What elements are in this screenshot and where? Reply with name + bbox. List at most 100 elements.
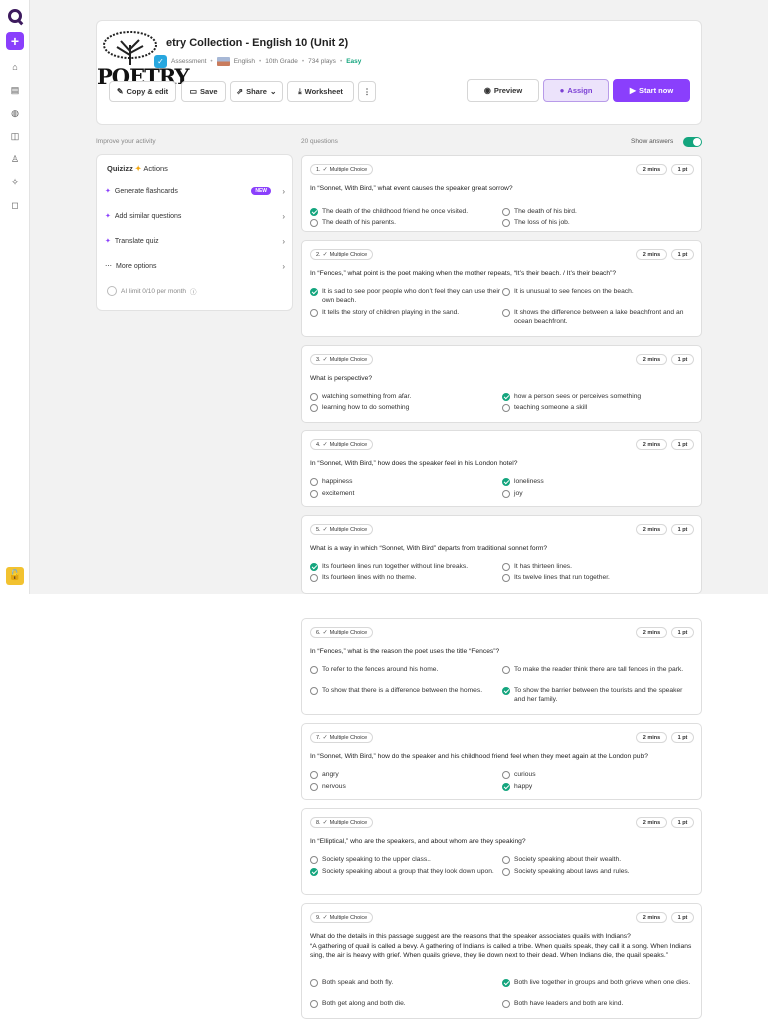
copy-edit-label: Copy & edit bbox=[126, 87, 169, 96]
question-card[interactable]: 9. ✓ Multiple Choice 2 mins 1 pt What do the … bbox=[301, 903, 702, 1019]
start-now-button[interactable]: ▶ Start now bbox=[613, 79, 690, 102]
question-card[interactable]: 7. ✓ Multiple Choice 2 mins 1 pt In “Sonnet, … bbox=[301, 723, 702, 800]
show-answers-toggle[interactable] bbox=[683, 137, 702, 147]
time-limit-pill[interactable]: 2 mins bbox=[636, 732, 667, 743]
library-icon[interactable]: ▤ bbox=[9, 84, 21, 96]
assign-button[interactable]: ● Assign bbox=[543, 79, 609, 102]
more-options-item[interactable]: ⋯ More options › bbox=[105, 260, 285, 272]
worksheet-button[interactable]: ⤓ Worksheet bbox=[287, 81, 354, 102]
help-icon[interactable]: ◻ bbox=[9, 199, 21, 211]
check-icon: ✓ bbox=[322, 915, 328, 921]
answer-option: angry bbox=[310, 770, 502, 779]
answer-option-text: happy bbox=[514, 783, 533, 790]
time-limit-pill[interactable]: 2 mins bbox=[636, 354, 667, 365]
points-pill[interactable]: 1 pt bbox=[671, 354, 694, 365]
time-limit-pill[interactable]: 2 mins bbox=[636, 164, 667, 175]
answer-option: Society speaking about their wealth. bbox=[502, 855, 694, 864]
answer-option-correct: happy bbox=[502, 782, 694, 791]
answer-option-text: Both have leaders and both are kind. bbox=[514, 1000, 624, 1007]
question-text: In “Fences,” what point is the poet maki… bbox=[310, 270, 617, 277]
quizizz-logo-icon[interactable] bbox=[8, 9, 22, 23]
separator-dot: • bbox=[259, 57, 262, 65]
answer-option-text: learning how to do something bbox=[322, 404, 410, 411]
correct-check-icon bbox=[310, 207, 318, 216]
points-pill[interactable]: 1 pt bbox=[671, 817, 694, 828]
separator-dot: • bbox=[301, 57, 305, 65]
check-icon: ✓ bbox=[322, 820, 328, 826]
ai-tools-icon[interactable]: ✧ bbox=[9, 176, 21, 188]
answer-option-text: To make the reader think there are tall … bbox=[514, 666, 684, 673]
points-pill[interactable]: 1 pt bbox=[671, 732, 694, 743]
generate-flashcards-item[interactable]: ✦ Generate flashcards NEW › bbox=[105, 185, 285, 197]
question-card[interactable]: 3. ✓ Multiple Choice 2 mins 1 pt What is pers… bbox=[301, 345, 702, 423]
answer-option-text: loneliness bbox=[514, 478, 544, 485]
quiz-plays: 734 plays bbox=[308, 57, 336, 65]
points-pill[interactable]: 1 pt bbox=[671, 164, 694, 175]
check-icon: ✓ bbox=[322, 252, 328, 258]
start-now-label: Start now bbox=[638, 86, 674, 95]
time-limit-pill[interactable]: 2 mins bbox=[636, 249, 667, 260]
answer-option-text: Both live together in groups and both gr… bbox=[514, 979, 691, 986]
add-similar-questions-item[interactable]: ✦ Add similar questions › bbox=[105, 210, 285, 222]
time-limit-pill[interactable]: 2 mins bbox=[636, 439, 667, 450]
points-pill[interactable]: 1 pt bbox=[671, 439, 694, 450]
play-icon: ▶ bbox=[629, 86, 636, 95]
answer-option-text: It tells the story of children playing i… bbox=[322, 309, 460, 316]
ai-limit-text: AI limit 0/10 per month bbox=[121, 287, 187, 295]
question-card[interactable]: 8. ✓ Multiple Choice 2 mins 1 pt In “Elliptic… bbox=[301, 808, 702, 895]
answer-option: It is unusual to see fences on the beach… bbox=[502, 287, 694, 296]
classes-icon[interactable]: ♙ bbox=[9, 153, 21, 165]
more-options-button[interactable]: ⋮ bbox=[358, 81, 376, 102]
question-card[interactable]: 5. ✓ Multiple Choice 2 mins 1 pt What is a wa… bbox=[301, 515, 702, 594]
points-pill[interactable]: 1 pt bbox=[671, 627, 694, 638]
points-pill[interactable]: 1 pt bbox=[671, 249, 694, 260]
translate-quiz-item[interactable]: ✦ Translate quiz › bbox=[105, 235, 285, 247]
answer-option-text: The loss of his job. bbox=[514, 219, 570, 226]
share-button[interactable]: ⇗ Share ⌄ bbox=[230, 81, 283, 102]
info-icon[interactable]: ⓘ bbox=[190, 286, 197, 296]
check-icon: ✓ bbox=[322, 527, 328, 533]
question-card[interactable]: 2. ✓ Multiple Choice 2 mins 1 pt In “Fences,”… bbox=[301, 240, 702, 337]
question-card[interactable]: 6. ✓ Multiple Choice 2 mins 1 pt In “Fences,”… bbox=[301, 618, 702, 715]
time-limit-pill[interactable]: 2 mins bbox=[636, 817, 667, 828]
radio-circle-icon bbox=[310, 218, 318, 227]
answer-option-text: watching something from afar. bbox=[322, 393, 412, 400]
copy-edit-button[interactable]: ✎ Copy & edit bbox=[109, 81, 176, 102]
preview-button[interactable]: ◉ Preview bbox=[467, 79, 539, 102]
radio-circle-icon bbox=[502, 218, 510, 227]
points-pill[interactable]: 1 pt bbox=[671, 912, 694, 923]
answer-option-text: To show the barrier between the tourists… bbox=[514, 687, 683, 703]
time-limit-pill[interactable]: 2 mins bbox=[636, 912, 667, 923]
question-text: In “Sonnet, With Bird,” how do the speak… bbox=[310, 753, 648, 760]
radio-circle-icon bbox=[502, 489, 510, 498]
sparkle-icon: ✦ bbox=[105, 188, 111, 195]
answer-option: It shows the difference between a lake b… bbox=[502, 308, 694, 326]
points-pill[interactable]: 1 pt bbox=[671, 524, 694, 535]
home-icon[interactable]: ⌂ bbox=[9, 61, 21, 73]
time-limit-pill[interactable]: 2 mins bbox=[636, 524, 667, 535]
check-icon: ✓ bbox=[322, 630, 328, 636]
improve-activity-label: Improve your activity bbox=[96, 138, 156, 145]
quiz-title: etry Collection - English 10 (Unit 2) bbox=[166, 37, 349, 49]
radio-circle-icon bbox=[310, 665, 318, 674]
reports-icon[interactable]: ◫ bbox=[9, 130, 21, 142]
explore-icon[interactable]: ◍ bbox=[9, 107, 21, 119]
save-button[interactable]: ▭ Save bbox=[181, 81, 226, 102]
usage-ring-icon bbox=[107, 286, 117, 296]
create-plus-button[interactable]: + bbox=[6, 32, 24, 50]
upgrade-lock-icon[interactable]: 🔓 bbox=[6, 567, 24, 585]
correct-check-icon bbox=[502, 978, 510, 987]
action-label: Generate flashcards bbox=[114, 187, 178, 195]
quizizz-brand: Quizizz bbox=[107, 164, 133, 173]
answer-option-correct: Its fourteen lines run together without … bbox=[310, 562, 502, 571]
question-card[interactable]: 1. ✓ Multiple Choice 2 mins 1 pt In “Sonnet, … bbox=[301, 155, 702, 232]
question-type-label: Multiple Choice bbox=[329, 441, 368, 448]
question-card[interactable]: 4. ✓ Multiple Choice 2 mins 1 pt In “Sonnet, … bbox=[301, 430, 702, 507]
radio-circle-icon bbox=[502, 770, 510, 779]
answer-option-text: nervous bbox=[322, 783, 346, 790]
question-type-badge: 7. ✓ Multiple Choice bbox=[310, 732, 374, 743]
time-limit-pill[interactable]: 2 mins bbox=[636, 627, 667, 638]
radio-circle-icon bbox=[502, 562, 510, 571]
correct-check-icon bbox=[502, 782, 510, 791]
question-type-label: Multiple Choice bbox=[329, 526, 368, 533]
